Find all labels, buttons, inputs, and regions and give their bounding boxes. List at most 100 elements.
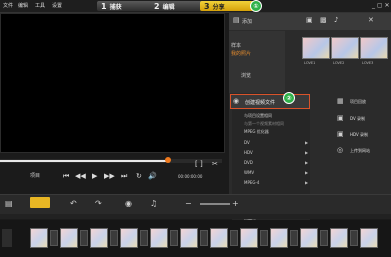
scrub-progress bbox=[0, 160, 168, 162]
folder-icon[interactable]: ▤ bbox=[233, 16, 240, 24]
timeline-transition[interactable] bbox=[80, 230, 88, 246]
annotation-badge-2: ② bbox=[283, 92, 295, 104]
repeat-icon[interactable]: ↻ bbox=[136, 172, 142, 180]
prev-frame-icon[interactable]: ◀◀ bbox=[75, 172, 86, 180]
submenu-item-mpeg4[interactable]: MPEG-4 bbox=[244, 180, 259, 185]
library-item-my-photos[interactable]: 我的照片 bbox=[231, 50, 251, 57]
trim-markers[interactable]: [ ] bbox=[195, 160, 203, 168]
step-label: 捕获 bbox=[109, 3, 122, 11]
audio-filter-icon[interactable]: ♪ bbox=[334, 16, 338, 24]
timecode[interactable]: 00:00:00:00 bbox=[178, 174, 202, 179]
submenu-arrow-icon: ▶ bbox=[305, 170, 309, 175]
step-label: 编辑 bbox=[162, 3, 175, 11]
timeline-transition[interactable] bbox=[290, 230, 298, 246]
step-number: 2 bbox=[154, 1, 160, 11]
project-mode-label[interactable]: 项目 bbox=[30, 172, 40, 179]
scrub-handle[interactable] bbox=[165, 157, 171, 163]
timeline-ruler[interactable] bbox=[0, 214, 391, 219]
split-icon[interactable]: ✂ bbox=[212, 160, 218, 168]
upload-web-icon[interactable]: ◎ bbox=[337, 146, 343, 154]
menu-settings[interactable]: 设置 bbox=[52, 2, 62, 9]
storyboard-view-icon[interactable]: ▤ bbox=[5, 199, 13, 208]
timeline-transition[interactable] bbox=[110, 230, 118, 246]
option-hdv-record[interactable]: HDV 录制 bbox=[350, 132, 368, 138]
timeline-clip[interactable] bbox=[360, 228, 378, 248]
submenu-item-dv[interactable]: DV bbox=[244, 140, 250, 145]
redo-icon[interactable]: ↷ bbox=[95, 199, 102, 208]
timeline-clip[interactable] bbox=[180, 228, 198, 248]
option-upload-web[interactable]: 上传到网站 bbox=[350, 148, 370, 154]
submenu-item-same-as-first-clip[interactable]: 与第一个视频素材相同 bbox=[244, 121, 284, 127]
submenu-arrow-icon: ▶ bbox=[305, 160, 309, 165]
library-tree bbox=[229, 31, 285, 93]
timeline-clip[interactable] bbox=[330, 228, 348, 248]
timeline-transition[interactable] bbox=[230, 230, 238, 246]
browse-button[interactable]: 浏览 bbox=[241, 72, 251, 79]
close-icon[interactable]: ✕ bbox=[368, 16, 374, 24]
timeline-transition[interactable] bbox=[50, 230, 58, 246]
timeline-clip[interactable] bbox=[60, 228, 78, 248]
submenu-arrow-icon: ▶ bbox=[305, 180, 309, 185]
step-number: 3 bbox=[204, 1, 210, 11]
thumbnail-3[interactable] bbox=[360, 37, 388, 59]
project-playback-icon[interactable]: ▦ bbox=[337, 97, 344, 105]
timeline-clip[interactable] bbox=[150, 228, 168, 248]
submenu-item-dvd[interactable]: DVD bbox=[244, 160, 253, 165]
undo-icon[interactable]: ↶ bbox=[70, 199, 77, 208]
library-item-samples[interactable]: 样本 bbox=[231, 42, 241, 49]
video-filter-icon[interactable]: ▣ bbox=[306, 16, 313, 24]
option-project-playback[interactable]: 项目回放 bbox=[350, 99, 366, 105]
dv-record-icon[interactable]: ▣ bbox=[337, 114, 344, 122]
submenu-item-hdv[interactable]: HDV bbox=[244, 150, 253, 155]
end-icon[interactable]: ⏭ bbox=[121, 172, 127, 181]
option-dv-record[interactable]: DV 录制 bbox=[350, 116, 365, 122]
timeline-view-button[interactable] bbox=[30, 197, 50, 208]
submenu-item-same-as-project[interactable]: 与项目设置相同 bbox=[244, 113, 272, 119]
timeline-transition[interactable] bbox=[140, 230, 148, 246]
record-icon[interactable]: ◉ bbox=[125, 199, 132, 208]
play-icon[interactable]: ▶ bbox=[92, 172, 97, 180]
menu-tools[interactable]: 工具 bbox=[35, 2, 45, 9]
submenu-item-wmv[interactable]: WMV bbox=[244, 170, 254, 175]
volume-icon[interactable]: 🔊 bbox=[148, 172, 157, 180]
step-number: 1 bbox=[101, 1, 107, 11]
film-icon: ◉ bbox=[233, 97, 240, 105]
photo-filter-icon[interactable]: ▩ bbox=[320, 16, 327, 24]
timeline-toolbar bbox=[0, 194, 391, 215]
submenu-arrow-icon: ▶ bbox=[305, 140, 309, 145]
thumbnail-label: LOVE3 bbox=[362, 61, 374, 65]
menu-edit[interactable]: 编辑 bbox=[18, 2, 28, 9]
step-capture-tab[interactable]: 1 捕获 bbox=[97, 1, 152, 11]
menu-file[interactable]: 文件 bbox=[3, 2, 13, 9]
home-icon[interactable]: ⏮ bbox=[63, 172, 69, 181]
mixer-icon[interactable]: ♫ bbox=[150, 199, 157, 208]
thumbnail-2[interactable] bbox=[331, 37, 359, 59]
thumbnail-1[interactable] bbox=[302, 37, 330, 59]
step-edit-tab[interactable]: 2 编辑 bbox=[150, 1, 205, 11]
timeline-clip[interactable] bbox=[30, 228, 48, 248]
next-frame-icon[interactable]: ▶▶ bbox=[104, 172, 115, 180]
timeline-clip[interactable] bbox=[210, 228, 228, 248]
timeline-clip[interactable] bbox=[270, 228, 288, 248]
timeline-clip[interactable] bbox=[240, 228, 258, 248]
step-label: 分享 bbox=[212, 3, 225, 11]
timeline-transition[interactable] bbox=[260, 230, 268, 246]
timeline-transition[interactable] bbox=[320, 230, 328, 246]
annotation-badge-1: ① bbox=[250, 0, 262, 12]
submenu-item-mpeg-optimizer[interactable]: MPEG 优化器 bbox=[244, 129, 269, 135]
zoom-in-icon[interactable]: + bbox=[232, 199, 239, 208]
hdv-record-icon[interactable]: ▣ bbox=[337, 130, 344, 138]
timeline-transition[interactable] bbox=[350, 230, 358, 246]
thumbnail-label: LOVE1 bbox=[304, 61, 316, 65]
timeline-clip[interactable] bbox=[90, 228, 108, 248]
timeline-transition[interactable] bbox=[200, 230, 208, 246]
timeline-transition[interactable] bbox=[170, 230, 178, 246]
zoom-slider[interactable] bbox=[200, 203, 230, 205]
library-add-button[interactable]: 添加 bbox=[242, 18, 252, 25]
timeline-clip[interactable] bbox=[300, 228, 318, 248]
submenu-arrow-icon: ▶ bbox=[305, 150, 309, 155]
timeline-clip[interactable] bbox=[120, 228, 138, 248]
thumbnail-label: LOVE2 bbox=[333, 61, 345, 65]
window-controls[interactable]: _ ▢ ✕ bbox=[372, 2, 390, 9]
zoom-out-icon[interactable]: − bbox=[185, 199, 192, 208]
